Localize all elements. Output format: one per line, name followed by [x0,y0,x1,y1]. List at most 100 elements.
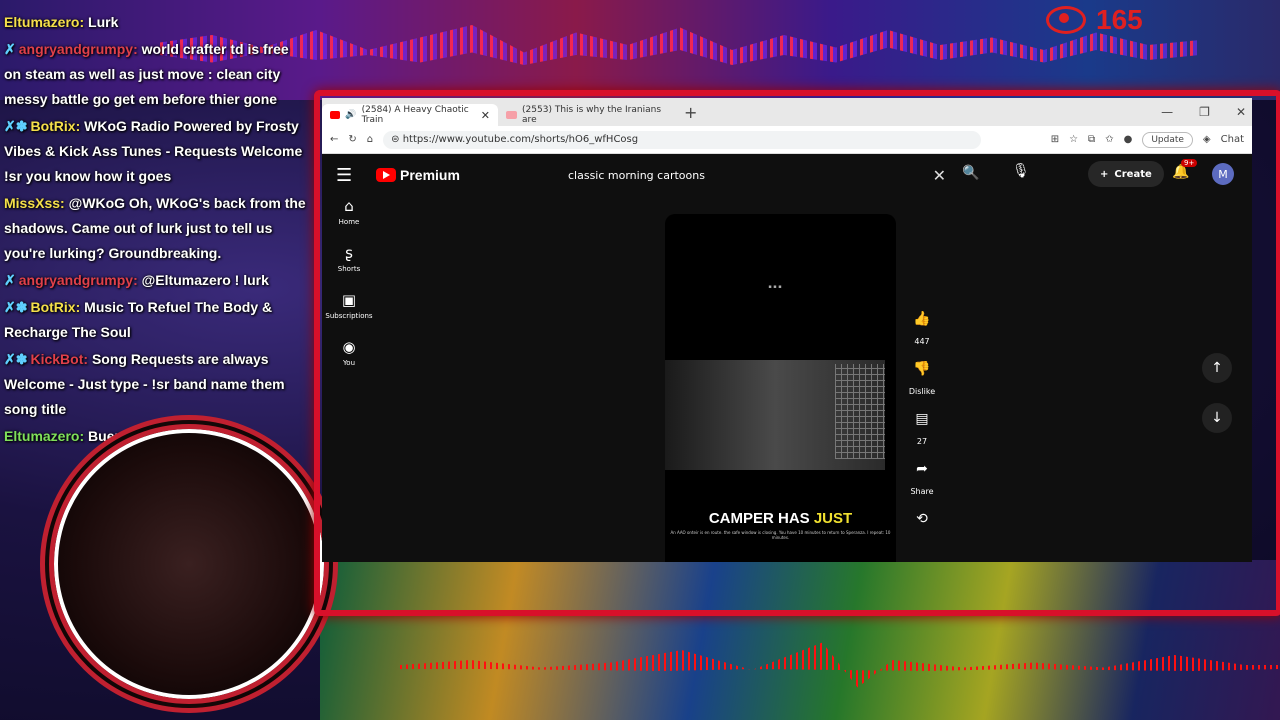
chat-badge-icon: ✗ [4,41,16,57]
search-icon[interactable]: 🔍 [962,165,979,181]
reader-icon[interactable]: ⊞ [1051,134,1059,145]
chat-username[interactable]: MissXss [4,195,60,211]
notifications-icon[interactable]: 🔔 9+ [1172,159,1198,180]
search-text: classic morning cartoons [568,168,705,182]
avatar[interactable]: M [1212,163,1234,185]
url-text: https://www.youtube.com/shorts/hO6_wfHCo… [402,134,639,145]
viewer-count: 165 [1046,4,1143,36]
tab-inactive[interactable]: (2553) This is why the Iranians are [498,104,674,126]
shorts-actions: 👍 447 👎 Dislike ▤ 27 ➦ Share ⟲ [902,306,942,547]
sidebar-item-shorts[interactable]: ʂ Shorts [322,244,376,273]
profile-icon[interactable]: ● [1124,134,1133,145]
search-input[interactable]: classic morning cartoons ✕ [556,161,946,189]
chat-username[interactable]: BotRix [30,118,75,134]
url-field[interactable]: ⊜ https://www.youtube.com/shorts/hO6_wfH… [383,130,982,149]
webcam-overlay [10,395,340,715]
subscriptions-icon: ▣ [341,291,357,309]
sidebar: ⌂ Home ʂ Shorts ▣ Subscriptions ◉ You [322,197,376,385]
chat-message: ✗✽ BotRix: WKoG Radio Powered by Frosty V… [4,118,303,184]
youtube-favicon-icon [330,111,341,119]
browser-window: 🔊 (2584) A Heavy Chaotic Train ✕ (2553) … [322,98,1252,562]
thumbs-up-icon[interactable]: 👍 [909,306,935,332]
tab-active[interactable]: 🔊 (2584) A Heavy Chaotic Train ✕ [322,104,498,126]
chat-message: ✗ angryandgrumpy: world crafter td is fre… [4,41,289,107]
sidebar-item-label: Subscriptions [325,312,373,320]
reload-icon[interactable]: ↻ [348,134,356,145]
previous-short-button[interactable]: ↑ [1202,353,1232,383]
create-label: Create [1114,168,1152,180]
sidebar-item-subscriptions[interactable]: ▣ Subscriptions [322,291,376,320]
extensions-icon[interactable]: ⧉ [1088,134,1095,145]
video-subtitle: An AAO onteir is en route. the safe wind… [670,530,891,540]
chat-badge-icon: ✗✽ [4,299,28,315]
sidebar-item-label: Home [338,218,360,226]
comments-label: 27 [916,437,928,446]
chat-username[interactable]: KickBot [30,351,83,367]
account-icon: ◉ [342,338,356,356]
like-label: 447 [914,337,930,346]
share-action: ➦ Share [902,456,942,496]
tab-title: (2584) A Heavy Chaotic Train [361,105,469,125]
shorts-video-player[interactable]: ▪ ▪ ▪ CAMPER HAS JUST An AAO onteir is e… [665,214,896,562]
comment-icon[interactable]: ▤ [909,406,935,432]
caption-highlight: JUST [813,510,853,527]
shorts-icon: ʂ [345,244,353,262]
speaker-icon[interactable]: 🔊 [345,110,356,120]
favorites-icon[interactable]: ✩ [1105,134,1113,145]
thumbs-down-icon[interactable]: 👎 [909,356,935,382]
remix-action: ⟲ [902,506,942,537]
chat-username[interactable]: Eltumazero [4,14,79,30]
chat-username[interactable]: angryandgrumpy [19,272,133,288]
tab-title: (2553) This is why the Iranians are [522,105,662,125]
hamburger-menu-icon[interactable]: ☰ [336,165,362,186]
chat-message: Eltumazero: Lurk [4,14,119,30]
youtube-logo[interactable]: Premium [376,167,460,183]
sidebar-item-label: Shorts [337,265,361,273]
update-button[interactable]: Update [1142,131,1193,148]
chat-username[interactable]: angryandgrumpy [19,41,133,57]
copilot-icon[interactable]: ◈ [1203,134,1211,145]
eye-icon [1046,6,1086,34]
youtube-play-icon [376,168,396,182]
sidebar-item-you[interactable]: ◉ You [322,338,376,367]
remix-icon[interactable]: ⟲ [909,506,935,532]
chat-label[interactable]: Chat [1221,134,1244,145]
minimize-button[interactable]: — [1161,105,1173,119]
chat-message: MissXss: @WKoG Oh, WKoG's back from the … [4,195,306,261]
close-window-button[interactable]: ✕ [1236,105,1246,119]
chat-text: @Eltumazero ! lurk [141,272,269,288]
close-tab-icon[interactable]: ✕ [481,109,490,122]
favorite-icon[interactable]: ☆ [1069,134,1078,145]
like-action: 👍 447 [902,306,942,346]
address-bar: ← ↻ ⌂ ⊜ https://www.youtube.com/shorts/h… [322,126,1252,154]
tab-bar: 🔊 (2584) A Heavy Chaotic Train ✕ (2553) … [322,98,1252,126]
chat-username[interactable]: BotRix [30,299,75,315]
microphone-icon[interactable]: 🎙 [1012,163,1030,179]
maximize-button[interactable]: ❐ [1199,105,1210,119]
new-tab-button[interactable]: + [684,103,697,122]
webcam-frame [40,415,338,713]
video-caption: CAMPER HAS JUST [665,510,896,527]
site-info-icon[interactable]: ⊜ [391,134,403,145]
create-button[interactable]: + Create [1088,161,1164,187]
dislike-action: 👎 Dislike [902,356,942,396]
chat-badge-icon: ✗ [4,272,16,288]
comments-action: ▤ 27 [902,406,942,446]
sidebar-item-label: You [342,359,356,367]
video-grate [835,364,885,459]
share-label: Share [910,487,934,496]
clear-search-icon[interactable]: ✕ [933,166,946,185]
share-icon[interactable]: ➦ [909,456,935,482]
chat-badge-icon: ✗✽ [4,118,28,134]
sidebar-item-home[interactable]: ⌂ Home [322,197,376,226]
chat-message: ✗ angryandgrumpy: @Eltumazero ! lurk [4,272,269,288]
youtube-header: ☰ Premium classic morning cartoons ✕ 🔍 🎙… [322,154,1252,196]
video-hud: ▪ ▪ ▪ [768,284,782,290]
toolbar-right: ⊞ ☆ ⧉ ✩ ● Update ◈ Chat [1051,131,1244,148]
next-short-button[interactable]: ↓ [1202,403,1232,433]
chat-text: Lurk [88,14,119,30]
back-icon[interactable]: ← [330,134,338,145]
home-icon[interactable]: ⌂ [367,134,373,145]
youtube-favicon-icon [506,111,518,119]
chat-message: ✗✽ BotRix: Music To Refuel The Body & Rec… [4,299,273,340]
